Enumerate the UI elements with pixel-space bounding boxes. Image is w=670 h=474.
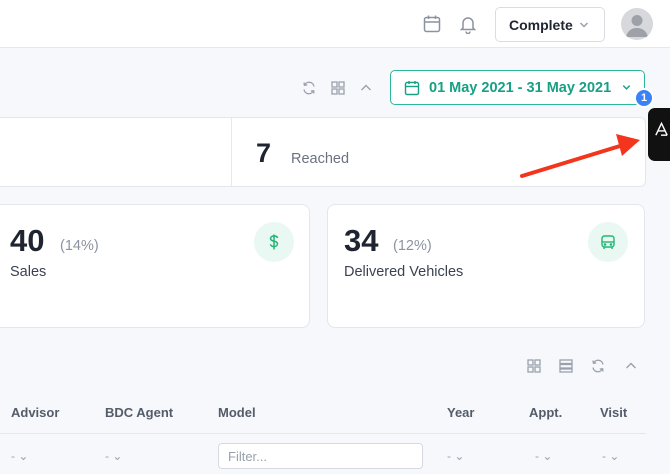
grid-icon[interactable] bbox=[330, 80, 346, 96]
vehicle-icon bbox=[588, 222, 628, 262]
kpi-card-delivered-vehicles: 34 (12%) Delivered Vehicles bbox=[327, 204, 645, 328]
date-range-picker[interactable]: 01 May 2021 - 31 May 2021 bbox=[390, 70, 645, 105]
kpi-value: 40 bbox=[10, 223, 45, 258]
column-header-advisor[interactable]: Advisor bbox=[11, 405, 59, 420]
reached-count: 7 bbox=[256, 138, 272, 168]
refresh-icon[interactable] bbox=[590, 358, 606, 374]
avatar[interactable] bbox=[621, 8, 653, 40]
side-widget-tab[interactable] bbox=[648, 108, 670, 161]
chevron-down-icon bbox=[622, 85, 631, 90]
column-header-year[interactable]: Year bbox=[447, 405, 474, 420]
model-filter-input[interactable] bbox=[218, 443, 423, 469]
year-filter[interactable]: - ⌄ bbox=[447, 449, 464, 463]
reach-summary-card: 7 Reached bbox=[0, 117, 646, 187]
user-avatar-icon bbox=[626, 15, 648, 37]
reached-label: Reached bbox=[291, 151, 350, 167]
advisor-filter[interactable]: - ⌄ bbox=[11, 449, 28, 463]
kpi-label: Sales bbox=[10, 264, 47, 280]
calendar-icon[interactable] bbox=[422, 14, 442, 34]
kpi-percent: (14%) bbox=[60, 238, 99, 254]
appt-filter[interactable]: - ⌄ bbox=[535, 449, 552, 463]
kpi-card-sales: 40 (14%) Sales bbox=[0, 204, 310, 328]
table-header-divider bbox=[0, 433, 646, 434]
grid-view-icon[interactable] bbox=[526, 358, 542, 374]
visit-filter[interactable]: - ⌄ bbox=[602, 449, 619, 463]
date-range-label: 01 May 2021 - 31 May 2021 bbox=[429, 80, 612, 96]
kpi-value: 34 bbox=[344, 223, 379, 258]
dollar-icon bbox=[254, 222, 294, 262]
status-select-value: Complete bbox=[509, 16, 573, 33]
column-header-bdc-agent[interactable]: BDC Agent bbox=[105, 405, 173, 420]
column-header-visit[interactable]: Visit bbox=[600, 405, 627, 420]
divider bbox=[231, 118, 232, 186]
bdc-agent-filter[interactable]: - ⌄ bbox=[105, 449, 122, 463]
chevron-up-icon[interactable] bbox=[358, 80, 374, 96]
bell-icon[interactable] bbox=[458, 14, 478, 34]
column-header-model[interactable]: Model bbox=[218, 405, 256, 420]
column-header-appt[interactable]: Appt. bbox=[529, 405, 562, 420]
status-select[interactable]: Complete bbox=[495, 7, 605, 42]
calendar-icon bbox=[404, 81, 420, 96]
refresh-icon[interactable] bbox=[301, 80, 317, 96]
kpi-percent: (12%) bbox=[393, 238, 432, 254]
chevron-up-icon[interactable] bbox=[623, 358, 639, 374]
notification-badge: 1 bbox=[634, 88, 654, 108]
chevron-down-icon bbox=[579, 22, 589, 28]
list-view-icon[interactable] bbox=[558, 358, 574, 374]
assistant-logo-icon bbox=[655, 121, 668, 136]
kpi-label: Delivered Vehicles bbox=[344, 264, 464, 280]
top-header: Complete bbox=[0, 0, 670, 48]
